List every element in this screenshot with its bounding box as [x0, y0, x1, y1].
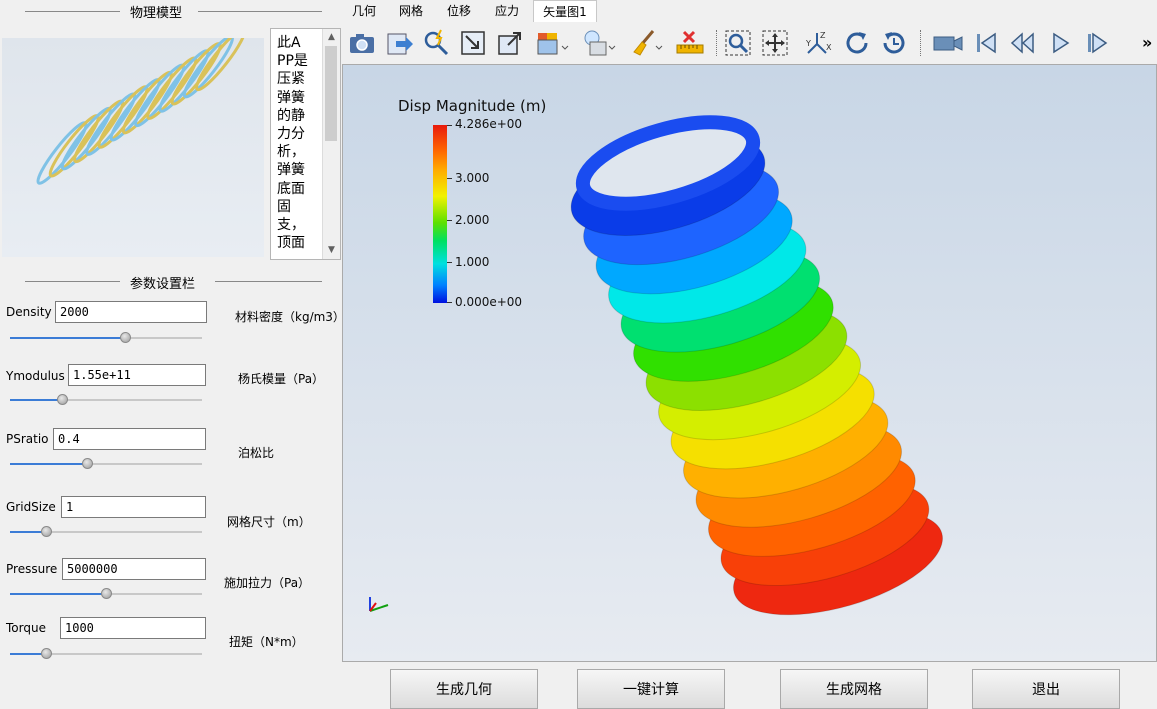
density-unit-label: 材料密度（kg/m3）	[235, 310, 345, 324]
gridsize-input[interactable]: 1	[61, 496, 206, 518]
tab-displacement[interactable]: 位移	[437, 0, 481, 22]
gridsize-label: GridSize	[6, 500, 56, 514]
rotate-ccw-icon[interactable]	[879, 28, 909, 58]
orientation-axes-icon	[369, 597, 389, 612]
psratio-input[interactable]: 0.4	[53, 428, 206, 450]
render-viewport[interactable]: Disp Magnitude (m) 4.286e+00 3.000 2.000…	[342, 64, 1157, 662]
gridsize-slider[interactable]	[10, 526, 202, 538]
exit-button[interactable]: 退出	[972, 669, 1120, 709]
generate-geometry-button[interactable]: 生成几何	[390, 669, 538, 709]
svg-text:Y: Y	[805, 39, 811, 48]
svg-text:Z: Z	[820, 31, 826, 40]
psratio-unit-label: 泊松比	[238, 446, 275, 460]
camera-icon[interactable]	[347, 28, 377, 58]
last-frame-icon[interactable]	[1082, 28, 1112, 58]
compute-button[interactable]: 一键计算	[577, 669, 725, 709]
rotate-cw-icon[interactable]	[842, 28, 872, 58]
brush-icon[interactable]	[629, 28, 663, 58]
play-icon[interactable]	[1045, 28, 1075, 58]
params-header-line-left	[25, 281, 120, 282]
zoom-fit-icon[interactable]	[723, 28, 753, 58]
ymodulus-slider[interactable]	[10, 394, 202, 406]
first-frame-icon[interactable]	[971, 28, 1001, 58]
spring-model-image	[2, 27, 264, 257]
spring-deformation-plot	[570, 115, 944, 616]
toolbar: ZY X »	[342, 22, 1157, 64]
torque-unit-label: 扭矩（N*m）	[229, 635, 304, 649]
torque-label: Torque	[6, 621, 46, 635]
ruler-icon[interactable]	[675, 28, 705, 58]
tab-mesh[interactable]: 网格	[389, 0, 433, 22]
params-header: 参数设置栏	[130, 277, 196, 292]
gridsize-unit-label: 网格尺寸（m）	[227, 515, 311, 529]
ymodulus-label: Ymodulus	[6, 369, 65, 383]
zoom-box-icon[interactable]	[458, 28, 488, 58]
model-header: 物理模型	[130, 6, 183, 21]
pressure-slider[interactable]	[10, 588, 202, 600]
pressure-unit-label: 施加拉力（Pa）	[224, 576, 311, 590]
scroll-thumb[interactable]	[325, 46, 337, 141]
toolbar-separator	[920, 30, 922, 56]
model-header-line-left	[25, 11, 120, 12]
axes-icon[interactable]: ZY X	[803, 28, 833, 58]
description-scrollbar[interactable]: ▲ ▼	[322, 29, 340, 259]
toolbar-more-icon[interactable]: »	[1142, 33, 1152, 52]
description-text: 此APP是压紧弹簧的静力分析，弹簧底面固支，顶面	[277, 35, 308, 252]
params-header-line-right	[215, 281, 322, 282]
pressure-label: Pressure	[6, 562, 58, 576]
torque-slider[interactable]	[10, 648, 202, 660]
ymodulus-unit-label: 杨氏模量（Pa）	[238, 372, 325, 386]
psratio-slider[interactable]	[10, 458, 202, 470]
toolbar-separator	[716, 30, 718, 56]
prev-frame-icon[interactable]	[1008, 28, 1038, 58]
ymodulus-input[interactable]: 1.55e+11	[68, 364, 206, 386]
probe-icon[interactable]	[421, 28, 451, 58]
light-icon[interactable]	[582, 28, 616, 58]
export-icon[interactable]	[384, 28, 414, 58]
tab-geometry[interactable]: 几何	[343, 0, 385, 22]
tab-stress[interactable]: 应力	[485, 0, 529, 22]
scroll-up-icon[interactable]: ▲	[323, 29, 340, 46]
shade-cube-icon[interactable]	[535, 28, 569, 58]
svg-text:X: X	[826, 43, 832, 52]
density-input[interactable]: 2000	[55, 301, 207, 323]
tab-vector-plot[interactable]: 矢量图1	[533, 0, 597, 23]
density-slider[interactable]	[10, 332, 202, 344]
video-icon[interactable]	[932, 28, 963, 58]
box-select-icon[interactable]	[495, 28, 525, 58]
pressure-input[interactable]: 5000000	[62, 558, 206, 580]
scroll-down-icon[interactable]: ▼	[323, 242, 340, 259]
description-box[interactable]: 此APP是压紧弹簧的静力分析，弹簧底面固支，顶面 ▲ ▼	[270, 28, 341, 260]
torque-input[interactable]: 1000	[60, 617, 206, 639]
model-header-line-right	[198, 11, 322, 12]
generate-mesh-button[interactable]: 生成网格	[780, 669, 928, 709]
pan-icon[interactable]	[760, 28, 790, 58]
density-label: Density	[6, 305, 52, 319]
psratio-label: PSratio	[6, 432, 49, 446]
